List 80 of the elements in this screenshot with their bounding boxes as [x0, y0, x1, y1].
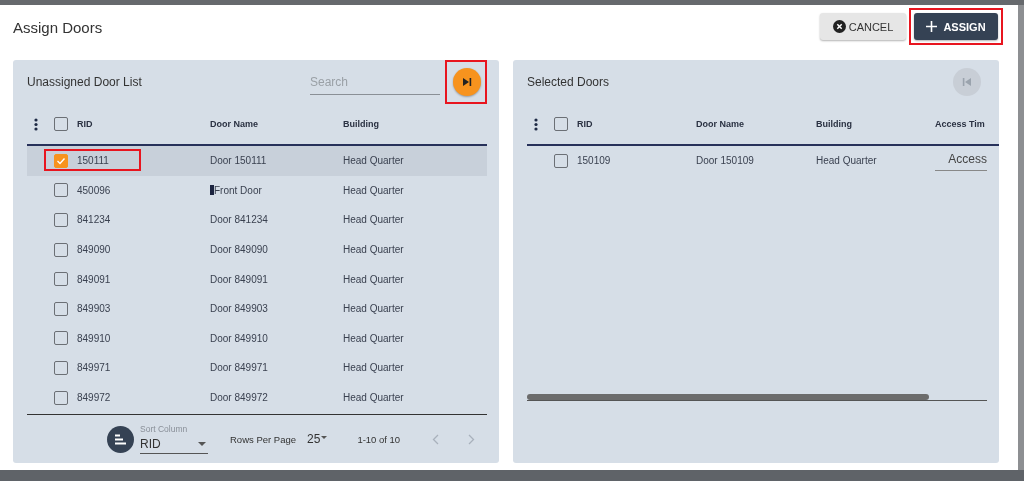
checkbox[interactable] [54, 301, 68, 316]
move-all-button[interactable] [453, 68, 481, 96]
cancel-button[interactable]: CANCEL [820, 13, 906, 40]
table-cell: Door 841234 [210, 214, 268, 226]
table-row[interactable]: 150109 Door 150109 Head Quarter Access [527, 146, 987, 176]
table-cell-text: Head Quarter [343, 273, 405, 285]
page-range: 1-10 of 10 [357, 433, 401, 445]
search-field[interactable]: Search [310, 69, 440, 95]
panel-title: Selected Doors [527, 75, 611, 89]
checkbox[interactable] [554, 117, 568, 131]
checkbox[interactable] [54, 183, 68, 198]
assign-button[interactable]: ASSIGN [914, 13, 998, 40]
table-cell-text: 849091 [77, 273, 112, 285]
table-cell-text: Head Quarter [343, 214, 405, 226]
plus-icon [926, 21, 938, 32]
table-row[interactable]: 150111 Door 150111 Head Quarter [27, 146, 487, 176]
checkbox[interactable] [54, 242, 68, 257]
table-cell-text: 849972 [77, 392, 112, 404]
table-cell: Door 849971 [210, 362, 268, 374]
checkbox[interactable] [54, 153, 68, 168]
table-cell-text: 849090 [77, 244, 112, 256]
table-cell-text: 450096 [77, 184, 112, 196]
table-cell-text: 150111 [77, 155, 110, 167]
column-header[interactable]: Door Name [210, 119, 343, 129]
table-cell-text: Door 150109 [696, 155, 755, 167]
sort-icon[interactable] [107, 425, 134, 453]
table-cell: Door 849910 [210, 332, 268, 344]
table-cell-text: Head Quarter [343, 303, 405, 315]
table-cell-text: Head Quarter [343, 184, 405, 196]
sort-column-select[interactable]: Sort Column RID [140, 424, 208, 454]
table-row[interactable]: 450096 Front Door Head Quarter [27, 175, 487, 206]
panel-title: Unassigned Door List [27, 75, 143, 89]
table-row[interactable]: 849903 Door 849903 Head Quarter [27, 293, 487, 324]
column-header[interactable]: RID [577, 119, 696, 129]
checkbox[interactable] [54, 360, 68, 375]
more-icon[interactable] [534, 117, 538, 131]
table-row[interactable]: 841234 Door 841234 Head Quarter [27, 205, 487, 235]
column-header[interactable]: Building [816, 119, 935, 129]
access-time-field[interactable]: Access [935, 150, 987, 172]
rows-per-page-select[interactable]: 25 [307, 432, 330, 446]
column-header[interactable]: Building [343, 119, 487, 129]
table-cell-text: Head Quarter [343, 244, 405, 256]
table-cell: Front Door [214, 184, 262, 196]
checkbox[interactable] [54, 272, 68, 287]
rows-per-page-label: Rows Per Page [230, 433, 296, 445]
table-cell-text: 150109 [577, 155, 612, 167]
table-row[interactable]: 849091 Door 849091 Head Quarter [27, 264, 487, 294]
table-cell: Door 849903 [210, 303, 268, 315]
table-cell: Door 849090 [210, 244, 268, 256]
table-cell-text: Head Quarter [343, 332, 405, 344]
table-cell-text: 849910 [77, 332, 112, 344]
table-cell-text: Head Quarter [343, 392, 405, 404]
table-cell: Door 849972 [210, 392, 268, 404]
skip-next-icon [462, 77, 472, 87]
dialog-title: Assign Doors [13, 19, 103, 36]
table-cell-text: Head Quarter [343, 155, 405, 167]
table-row[interactable]: 849090 Door 849090 Head Quarter [27, 234, 487, 265]
table-cell-text: 849971 [77, 362, 112, 374]
close-icon [832, 20, 846, 33]
table-cell: Door 849091 [210, 273, 268, 285]
checkbox[interactable] [54, 331, 68, 346]
table-cell-text: 841234 [77, 214, 112, 226]
table-row[interactable]: 849972 Door 849972 Head Quarter [27, 382, 487, 413]
column-header[interactable]: RID [77, 119, 210, 129]
table-cell-text: Head Quarter [816, 155, 878, 167]
table-row[interactable]: 849910 Door 849910 Head Quarter [27, 323, 487, 354]
more-icon[interactable] [34, 117, 38, 131]
column-header[interactable]: Door Name [696, 119, 816, 129]
check-icon [56, 155, 66, 166]
column-header[interactable]: Access Tim [935, 119, 987, 129]
checkbox[interactable] [54, 117, 68, 131]
table-cell-text: Head Quarter [343, 362, 405, 374]
table-row[interactable]: 849971 Door 849971 Head Quarter [27, 353, 487, 383]
table-cell: Door 150111 [210, 155, 267, 167]
checkbox[interactable] [54, 213, 68, 227]
scrollbar[interactable] [527, 394, 929, 400]
skip-previous-icon [962, 77, 972, 87]
checkbox[interactable] [54, 390, 68, 405]
table-cell-text: 849903 [77, 303, 112, 315]
checkbox[interactable] [554, 153, 568, 168]
